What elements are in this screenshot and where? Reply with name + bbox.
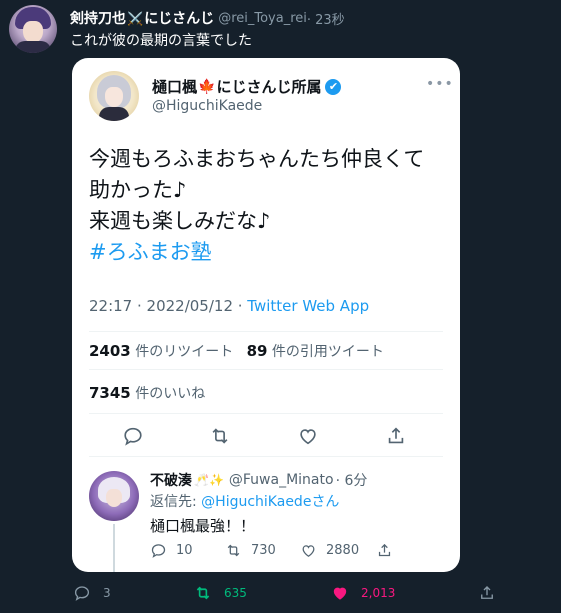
more-icon[interactable]: •••: [426, 76, 454, 92]
retweet-icon[interactable]: [209, 425, 231, 447]
reply-text: 樋口楓最強！！: [150, 517, 256, 535]
embedded-tweet-card[interactable]: 樋口楓 🍁 にじさんじ所属 ✔ @HiguchiKaede ••• 今週もろふまおちゃ…: [72, 58, 460, 572]
quotes-stat[interactable]: 89 件の引用ツイート: [247, 342, 384, 360]
author-handle[interactable]: @rei_Toya_rei: [218, 11, 307, 26]
reply-button[interactable]: 3: [73, 584, 111, 602]
quoted-action-bar: [89, 423, 443, 451]
replying-to-label: 返信先:: [150, 494, 202, 510]
quoted-display-name: 樋口楓: [152, 78, 198, 96]
reply-icon: [74, 586, 90, 601]
reply-author-avatar[interactable]: [89, 471, 139, 521]
like-button[interactable]: 2,013: [331, 584, 395, 602]
author-name-suffix: にじさんじ: [144, 11, 215, 27]
like-icon: [302, 545, 315, 557]
maple-leaf-icon: 🍁: [198, 78, 216, 95]
retweet-icon: [227, 544, 240, 557]
reply-count: 10: [176, 543, 193, 558]
replying-to: 返信先: @HiguchiKaedeさん: [150, 491, 339, 511]
retweet-count: 635: [224, 586, 247, 600]
reply-reply-button[interactable]: 10: [150, 542, 193, 559]
outer-action-bar: 3 635 2,013: [0, 580, 561, 606]
share-icon: [481, 586, 493, 599]
reply-count: 3: [103, 586, 111, 600]
divider: [89, 456, 443, 457]
likes-stat[interactable]: 7345 件のいいね: [89, 383, 205, 403]
quoted-author-handle[interactable]: @HiguchiKaede: [152, 98, 262, 114]
reply-header: 不破湊 🥂✨ @Fuwa_Minato · 6分: [150, 470, 367, 490]
thread-line: [113, 524, 115, 572]
outer-tweet-header: 剣持刀也⚔️にじさんじ @rei_Toya_rei · 23秒: [70, 8, 345, 28]
reply-author-handle[interactable]: @Fuwa_Minato: [229, 472, 334, 488]
reply-icon: [151, 544, 166, 558]
like-icon: [333, 587, 347, 600]
reply-time[interactable]: · 6分: [336, 470, 368, 490]
champagne-sparkles-icon: 🥂✨: [194, 473, 224, 487]
like-count: 2,013: [361, 586, 396, 600]
quoted-name-suffix: にじさんじ所属: [216, 78, 322, 96]
reply-retweet-button[interactable]: 730: [225, 542, 276, 559]
share-button[interactable]: [478, 584, 508, 602]
tweet-timestamp: 22:17 · 2022/05/12 · Twitter Web App: [89, 297, 369, 315]
share-icon[interactable]: [385, 425, 407, 447]
divider: [89, 413, 443, 414]
mention-link[interactable]: @HiguchiKaede: [201, 494, 311, 510]
tweet-time[interactable]: · 23秒: [307, 9, 345, 28]
crossed-swords-icon: ⚔️: [127, 12, 144, 27]
like-icon[interactable]: [297, 425, 319, 447]
divider: [89, 369, 443, 370]
reply-author-name[interactable]: 不破湊: [150, 470, 192, 490]
verified-badge-icon: ✔: [325, 78, 342, 95]
divider: [89, 331, 443, 332]
retweets-stat[interactable]: 2403 件のリツイート: [89, 342, 233, 360]
hashtag-link[interactable]: #ろふまお塾: [89, 237, 449, 268]
tweet-line: 今週もろふまおちゃんたち仲良くて: [89, 147, 425, 171]
retweet-count: 730: [251, 543, 276, 558]
engagement-stats: 2403 件のリツイート 89 件の引用ツイート: [89, 341, 384, 361]
source-link[interactable]: Twitter Web App: [247, 297, 369, 315]
retweet-icon: [196, 586, 210, 600]
author-name[interactable]: 剣持刀也⚔️にじさんじ: [70, 8, 214, 28]
quoted-author-name[interactable]: 樋口楓 🍁 にじさんじ所属 ✔: [152, 76, 342, 97]
like-count: 2880: [326, 543, 360, 558]
author-display-name: 剣持刀也: [70, 11, 126, 27]
retweet-button[interactable]: 635: [194, 584, 247, 602]
replying-to-suffix: さん: [311, 494, 340, 510]
tweet-line: 助かった♪: [89, 178, 187, 202]
reply-share-button[interactable]: [376, 542, 402, 559]
quoted-tweet-text: 今週もろふまおちゃんたち仲良くて 助かった♪ 来週も楽しみだな♪ #ろふまお塾: [89, 144, 449, 268]
author-avatar[interactable]: [9, 5, 57, 53]
outer-tweet-text: これが彼の最期の言葉でした: [70, 33, 252, 49]
reply-icon[interactable]: [122, 425, 144, 447]
quoted-author-avatar[interactable]: [89, 71, 139, 121]
share-icon: [378, 543, 391, 557]
timestamp-text[interactable]: 22:17 · 2022/05/12 ·: [89, 297, 247, 315]
tweet-line: 来週も楽しみだな♪: [89, 209, 271, 233]
reply-like-button[interactable]: 2880: [300, 542, 359, 559]
